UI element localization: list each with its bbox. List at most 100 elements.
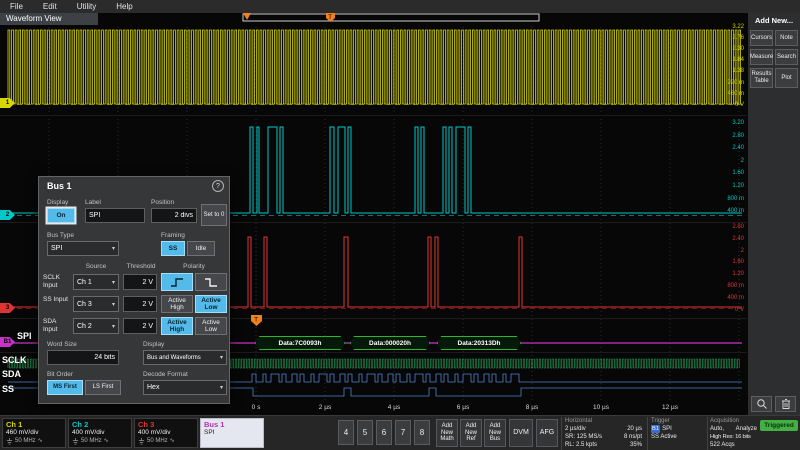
word-size-label: Word Size [47, 341, 77, 348]
sclk-falling-edge-button[interactable] [195, 273, 227, 291]
acquisition-panel[interactable]: Acquisition Auto,Analyze High Res: 16 bi… [707, 417, 759, 450]
bus-frame: Data:7C0093h [255, 336, 345, 350]
channel-button-6[interactable]: 6 [376, 420, 392, 445]
framing-idle-button[interactable]: Idle [187, 241, 215, 256]
trigger-title: Trigger [651, 418, 702, 425]
acq-analyze: Analyze [736, 425, 757, 433]
channel-badge-ch3[interactable]: Ch 3 400 mV/div 50 MHz ∿ [134, 418, 198, 448]
vertical-scale-label: 1.60 [718, 259, 744, 265]
vertical-scale-label: 0 V [718, 102, 744, 108]
sclk-input-label: SCLK Input [43, 274, 71, 290]
ss-threshold-input[interactable] [123, 296, 157, 312]
bus-type-select[interactable]: SPI ▾ [47, 241, 119, 256]
display-on-button[interactable]: On [47, 208, 75, 223]
note-button[interactable]: Note [775, 30, 798, 46]
ss-source-value: Ch 3 [77, 301, 92, 308]
vertical-scale-label: 400 m [718, 295, 744, 301]
display-mode-select[interactable]: Bus and Waveforms ▾ [143, 350, 227, 365]
record-length: RL: 2.5 kpts [565, 441, 597, 449]
sda-threshold-input[interactable] [123, 318, 157, 334]
sclk-source-select[interactable]: Ch 1 ▾ [73, 274, 119, 290]
position-input[interactable] [151, 208, 197, 223]
bit-order-ms-first-button[interactable]: MS First [47, 380, 83, 395]
bus-label-input[interactable] [85, 208, 145, 223]
trigger-panel[interactable]: Trigger B1 SPI SS Active [647, 417, 705, 450]
dvm-button[interactable]: DVM [509, 419, 533, 447]
channel-marker-ch2[interactable]: 2 [0, 210, 15, 220]
horizontal-scale: 2 µs/div [565, 425, 586, 433]
display-mode-value: Bus and Waveforms [147, 355, 201, 361]
measure-button[interactable]: Measure [750, 49, 773, 65]
channel-button-4[interactable]: 4 [338, 420, 354, 445]
ss-active-high-button[interactable]: Active High [161, 295, 193, 313]
vertical-scale-label: 2.80 [718, 133, 744, 139]
ss-input-label: SS Input [43, 296, 71, 304]
plot-button[interactable]: Plot [775, 68, 798, 88]
tab-waveform-view[interactable]: Waveform View [0, 13, 98, 25]
zoom-button[interactable] [751, 396, 772, 412]
vertical-scale-label: 800 m [718, 196, 744, 202]
sclk-rising-edge-button[interactable] [161, 273, 193, 291]
sclk-threshold-input[interactable] [123, 274, 157, 290]
horizontal-window: 20 µs [627, 425, 642, 433]
framing-ss-button[interactable]: SS [161, 241, 185, 256]
sample-rate: SR: 125 MS/s [565, 433, 602, 441]
add-new-ref-button[interactable]: Add New Ref [460, 419, 482, 447]
chevron-down-icon: ▾ [112, 301, 115, 308]
decode-format-select[interactable]: Hex ▾ [143, 380, 227, 395]
afg-button[interactable]: AFG [536, 419, 558, 447]
decode-format-value: Hex [147, 384, 159, 391]
add-new-math-button[interactable]: Add New Math [436, 419, 458, 447]
horizontal-position: 35% [630, 441, 642, 449]
sda-source-value: Ch 2 [77, 323, 92, 330]
results-table-button[interactable]: Results Table [750, 68, 773, 88]
menu-file[interactable]: File [10, 2, 23, 11]
bandwidth-value: 50 MHz [15, 437, 36, 445]
add-new-bus-button[interactable]: Add New Bus [484, 419, 506, 447]
status-bar: Ch 1 460 mV/div 50 MHz ∿ Ch 2 400 mV/div… [0, 415, 800, 450]
channel-scale: 400 mV/div [72, 429, 128, 437]
help-icon[interactable]: ? [212, 180, 224, 192]
polarity-column-header: Polarity [161, 263, 227, 270]
bus-badge-bus1[interactable]: Bus 1 SPI [200, 418, 264, 448]
search-button[interactable]: Search [775, 49, 798, 65]
acq-count: 522 Acqs [710, 441, 735, 449]
channel-badge-ch2[interactable]: Ch 2 400 mV/div 50 MHz ∿ [68, 418, 132, 448]
sda-active-low-button[interactable]: Active Low [195, 317, 227, 335]
dialog-title: Bus 1 [47, 181, 72, 191]
trash-icon [781, 398, 791, 410]
channel-button-5[interactable]: 5 [357, 420, 373, 445]
channel-bandwidth: 50 MHz ∿ [138, 437, 194, 445]
sda-source-select[interactable]: Ch 2 ▾ [73, 318, 119, 334]
word-size-input[interactable] [47, 350, 119, 365]
ss-source-select[interactable]: Ch 3 ▾ [73, 296, 119, 312]
bandwidth-value: 50 MHz [147, 437, 168, 445]
acq-resolution: High Res: 16 bits [710, 433, 751, 441]
bit-order-ls-first-button[interactable]: LS First [85, 380, 121, 395]
channel-badge-ch1[interactable]: Ch 1 460 mV/div 50 MHz ∿ [2, 418, 66, 448]
channel-marker-bus1[interactable]: B1 [0, 337, 15, 347]
menu-utility[interactable]: Utility [77, 2, 97, 11]
channel-button-8[interactable]: 8 [414, 420, 430, 445]
add-new-title: Add New... [748, 16, 800, 25]
channel-button-7[interactable]: 7 [395, 420, 411, 445]
menu-help[interactable]: Help [116, 2, 132, 11]
bandwidth-value: 50 MHz [81, 437, 102, 445]
channel-marker-ch3[interactable]: 3 [0, 303, 15, 313]
channel-scale: 400 mV/div [138, 429, 194, 437]
ss-active-low-button[interactable]: Active Low [195, 295, 227, 313]
delete-button[interactable] [775, 396, 796, 412]
horizontal-title: Horizontal [565, 418, 642, 425]
sda-active-high-button[interactable]: Active High [161, 317, 193, 335]
menu-edit[interactable]: Edit [43, 2, 57, 11]
triggered-status-badge: Triggered [760, 420, 798, 431]
cursors-button[interactable]: Cursors [750, 30, 773, 46]
channel-name: Ch 2 [72, 420, 128, 429]
ground-icon [138, 438, 145, 445]
set-to-zero-button[interactable]: Set to 0 [201, 204, 227, 226]
channel-marker-ch1[interactable]: 1 [0, 98, 15, 108]
display-label: Display [47, 199, 68, 206]
source-column-header: Source [73, 263, 119, 270]
horizontal-panel[interactable]: Horizontal 2 µs/div20 µs SR: 125 MS/s8 n… [561, 417, 645, 450]
time-axis-label: 12 µs [656, 404, 684, 411]
